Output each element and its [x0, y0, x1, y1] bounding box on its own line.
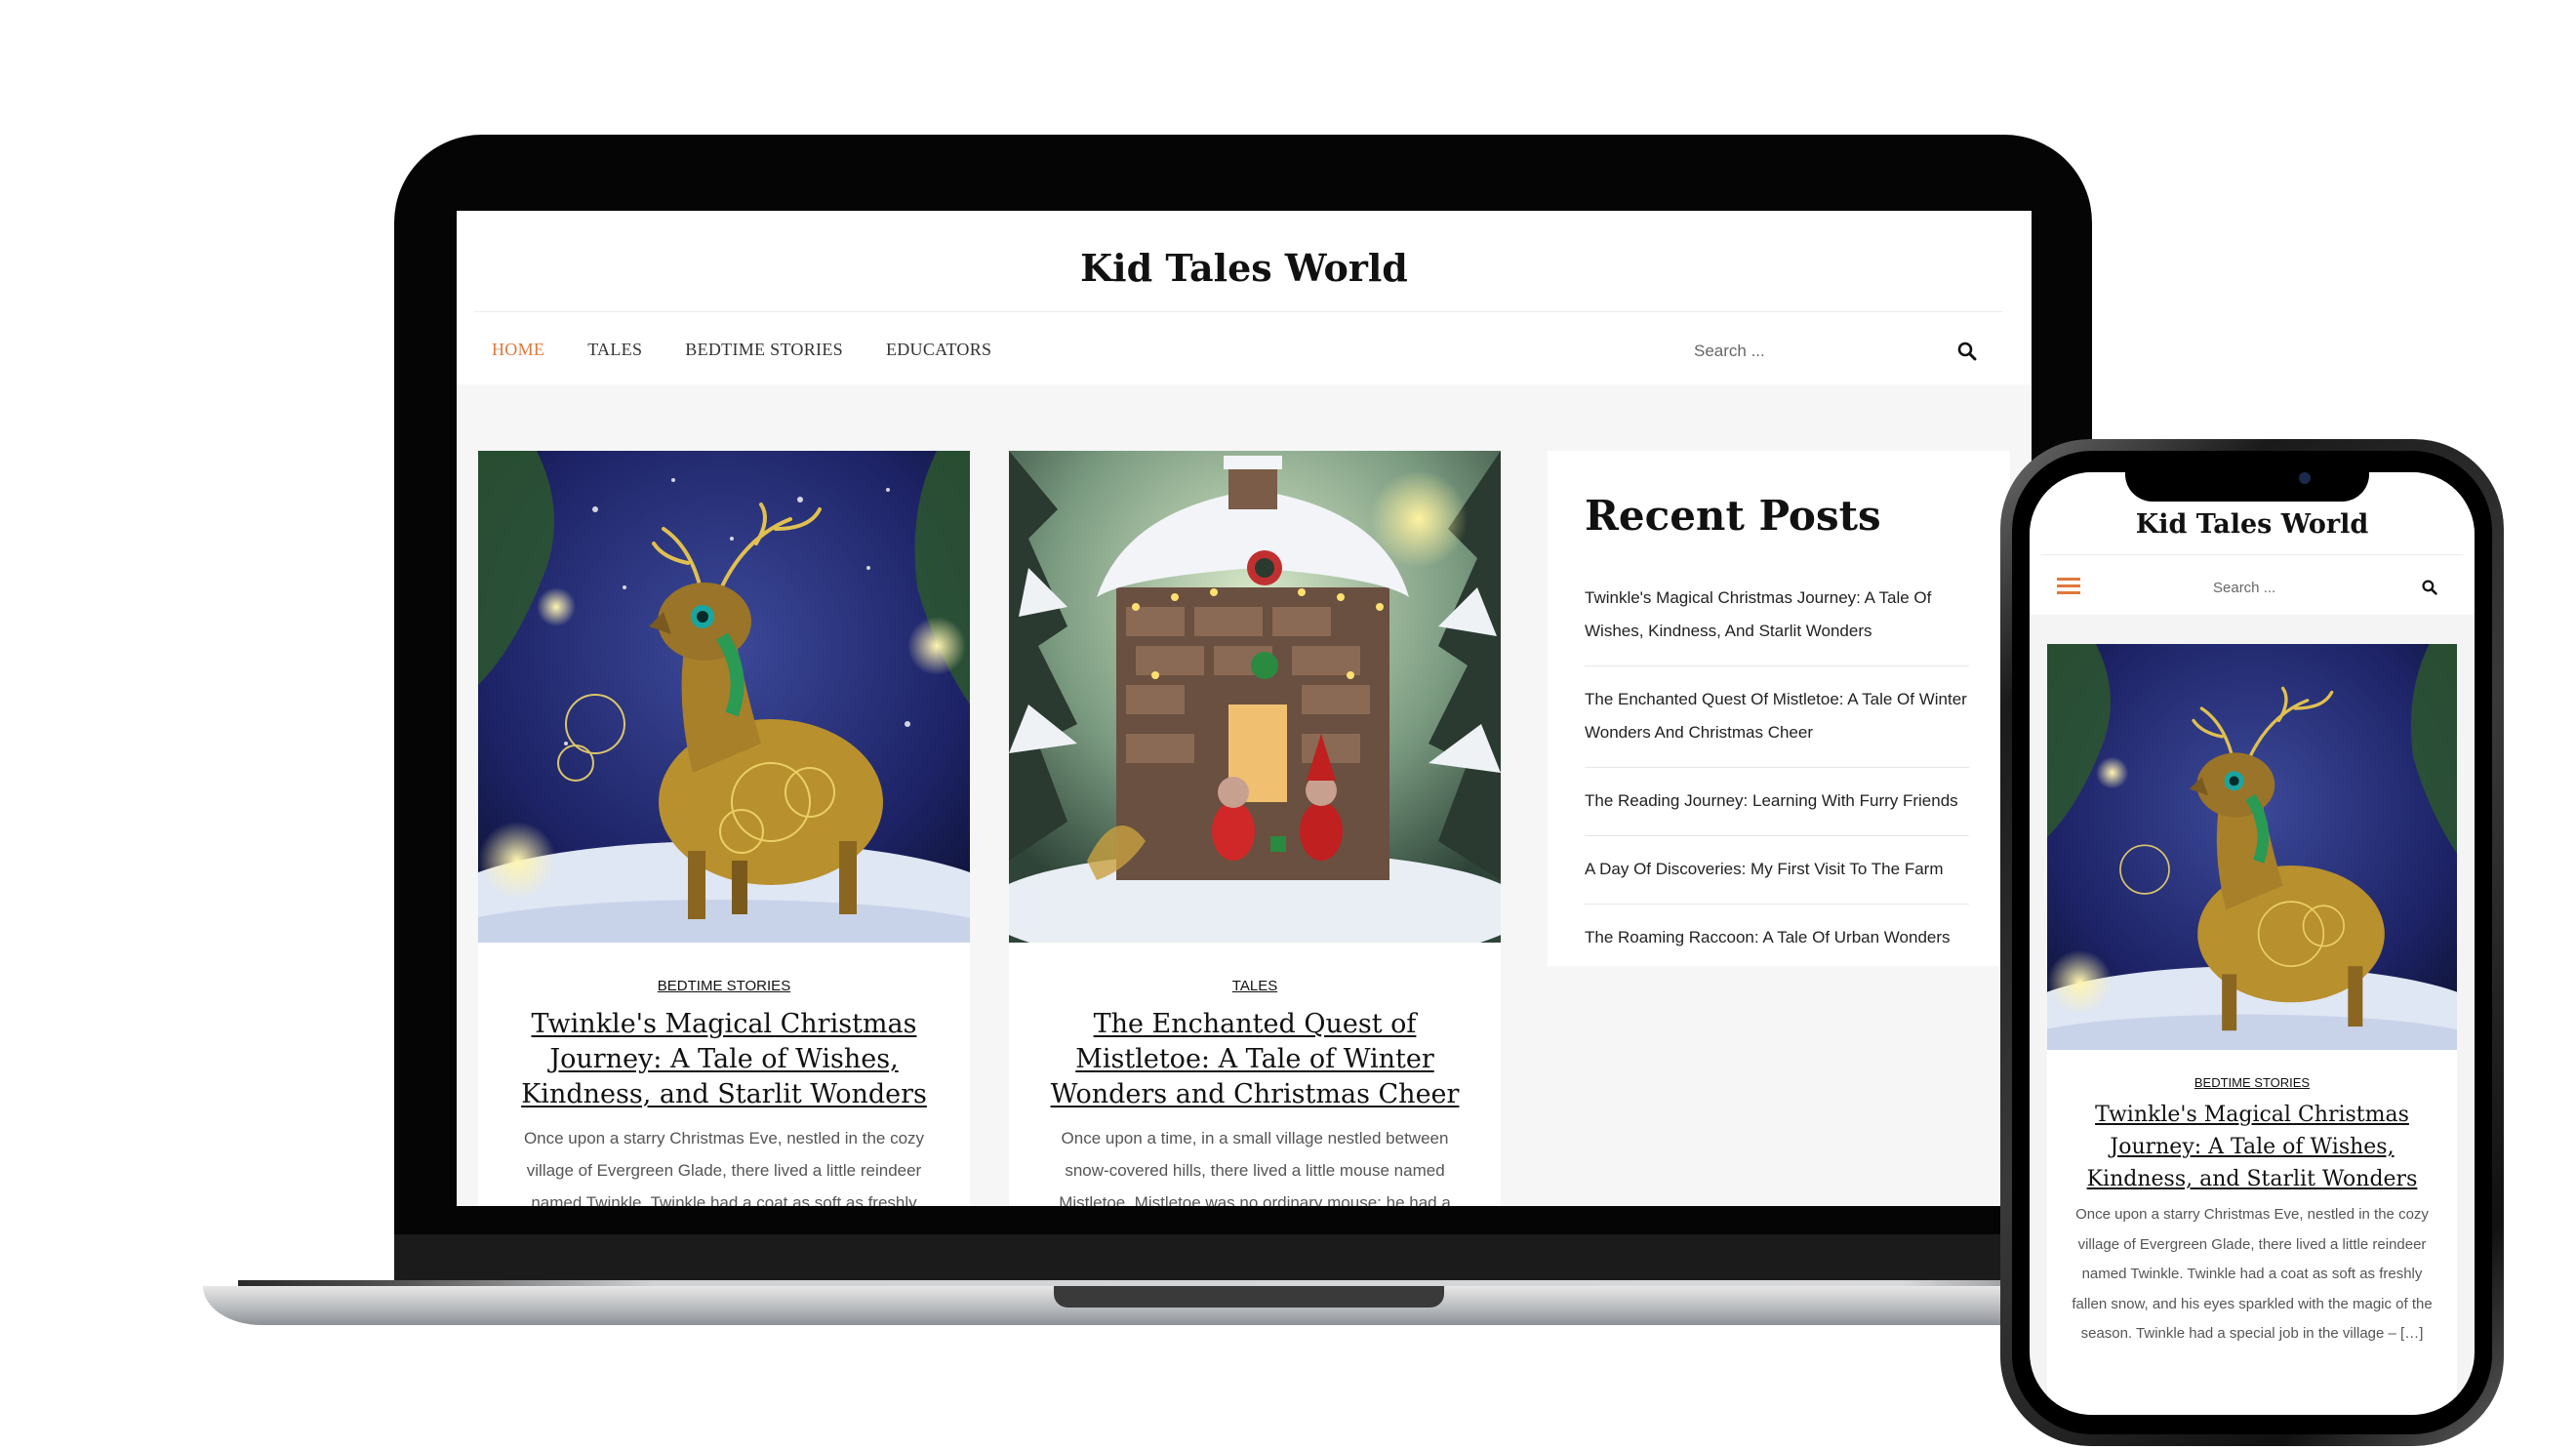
recent-post-link[interactable]: The Enchanted Quest Of Mistletoe: A Tale… — [1585, 683, 1969, 768]
post-card: BEDTIME STORIES Twinkle's Magical Christ… — [478, 451, 970, 1206]
phone-post-image-reindeer[interactable] — [2047, 644, 2457, 1050]
recent-post-link[interactable]: A Day Of Discoveries: My First Visit To … — [1585, 853, 1969, 905]
search-icon[interactable] — [2422, 580, 2437, 595]
phone-site-title[interactable]: Kid Tales World — [2030, 509, 2475, 540]
site-title[interactable]: Kid Tales World — [457, 246, 2032, 290]
header-divider — [474, 311, 2002, 312]
search-icon[interactable] — [1957, 342, 1977, 361]
post-image-cottage[interactable] — [1009, 451, 1501, 943]
nav-item-bedtime-stories[interactable]: BEDTIME STORIES — [685, 340, 843, 360]
phone-post-card: BEDTIME STORIES Twinkle's Magical Christ… — [2047, 644, 2457, 1415]
nav-item-home[interactable]: HOME — [492, 340, 544, 360]
search-field[interactable]: Search ... — [1694, 332, 1977, 371]
laptop-notch — [1054, 1286, 1444, 1308]
recent-posts-title: Recent Posts — [1585, 492, 1881, 540]
recent-posts-list: Twinkle's Magical Christmas Journey: A T… — [1585, 582, 1969, 988]
search-input[interactable]: Search ... — [1694, 342, 1765, 361]
phone-search-input[interactable]: Search ... — [2213, 580, 2275, 596]
post-excerpt: Once upon a starry Christmas Eve, nestle… — [523, 1129, 925, 1206]
post-category-link[interactable]: TALES — [1009, 978, 1501, 994]
site-header: Kid Tales World HOME TALES BEDTIME STORI… — [457, 211, 2032, 384]
main-nav: HOME TALES BEDTIME STORIES EDUCATORS — [492, 340, 991, 360]
recent-posts-widget: Recent Posts Twinkle's Magical Christmas… — [1548, 451, 2010, 966]
phone-screen: Kid Tales World Search ... BEDTIME STORI… — [2030, 472, 2475, 1415]
post-title-link[interactable]: The Enchanted Quest of Mistletoe: A Tale… — [1034, 1007, 1475, 1112]
phone-post-title-link[interactable]: Twinkle's Magical Christmas Journey: A T… — [2086, 1099, 2418, 1195]
recent-post-link[interactable]: The Reading Journey: Learning With Furry… — [1585, 785, 1969, 836]
post-category-link[interactable]: BEDTIME STORIES — [478, 978, 970, 994]
laptop-screen: Kid Tales World HOME TALES BEDTIME STORI… — [457, 211, 2032, 1206]
nav-item-educators[interactable]: EDUCATORS — [886, 340, 991, 360]
post-image-reindeer[interactable] — [478, 451, 970, 943]
phone-header-divider — [2041, 554, 2463, 555]
post-card: TALES The Enchanted Quest of Mistletoe: … — [1009, 451, 1501, 1206]
recent-post-link[interactable]: Twinkle's Magical Christmas Journey: A T… — [1585, 582, 1969, 666]
recent-post-link[interactable]: The Roaming Raccoon: A Tale Of Urban Won… — [1585, 921, 1969, 972]
phone-notch — [2125, 459, 2369, 502]
camera-icon — [2299, 472, 2311, 484]
phone-post-category-link[interactable]: BEDTIME STORIES — [2047, 1075, 2457, 1090]
post-excerpt: Once upon a time, in a small village nes… — [1059, 1129, 1451, 1206]
hamburger-menu-icon[interactable] — [2057, 578, 2080, 595]
post-title-link[interactable]: Twinkle's Magical Christmas Journey: A T… — [503, 1007, 945, 1112]
phone-search-field[interactable]: Search ... — [2213, 574, 2437, 601]
nav-item-tales[interactable]: TALES — [587, 340, 642, 360]
phone-post-excerpt: Once upon a starry Christmas Eve, nestle… — [2072, 1206, 2433, 1342]
